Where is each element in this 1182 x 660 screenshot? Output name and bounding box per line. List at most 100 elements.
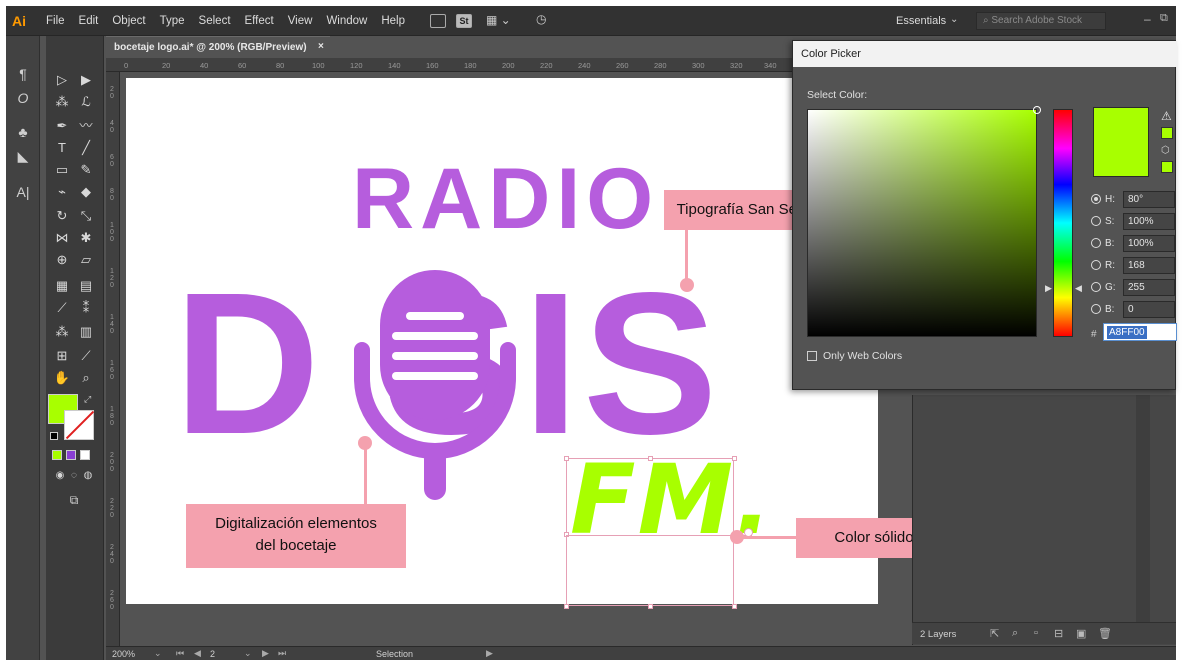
eraser-tool-icon[interactable]: ◆ xyxy=(76,182,96,202)
draw-inside-icon[interactable]: ◍ xyxy=(78,466,98,486)
first-page-icon[interactable]: ⏮ xyxy=(176,648,184,659)
gpu-performance-icon[interactable]: ◷ xyxy=(536,12,546,26)
swap-colors-icon[interactable]: ⤢ xyxy=(84,394,91,405)
rectangle-tool-icon[interactable]: ▭ xyxy=(52,160,72,180)
selection-tool-icon[interactable]: ▷ xyxy=(52,70,72,90)
stroke-color-swatch[interactable] xyxy=(64,410,94,440)
next-page-icon[interactable]: ▶ xyxy=(262,648,269,659)
zoom-field[interactable]: 200% xyxy=(112,649,135,659)
selection-handle[interactable] xyxy=(648,456,653,461)
vertical-ruler[interactable]: 20 40 60 80 100 120 140 160 180 200 220 … xyxy=(106,72,120,648)
scale-tool-icon[interactable]: ⤡ xyxy=(76,206,96,226)
blend-tool-icon[interactable]: ⁑ xyxy=(76,298,96,318)
close-icon[interactable]: × xyxy=(318,41,324,52)
saturation-radio[interactable] xyxy=(1091,216,1101,226)
paintbrush-tool-icon[interactable]: ✎ xyxy=(76,160,96,180)
clipping-mask-icon[interactable]: ▫ xyxy=(1034,627,1038,639)
blue-radio[interactable] xyxy=(1091,304,1101,314)
selection-handle[interactable] xyxy=(648,604,653,609)
new-layer-icon[interactable]: ▣ xyxy=(1076,627,1086,640)
status-menu-icon[interactable]: ▶ xyxy=(486,648,493,659)
color-picker-titlebar[interactable]: Color Picker xyxy=(793,41,1177,67)
workspace-switcher[interactable]: Essentials xyxy=(896,15,946,27)
menu-window[interactable]: Window xyxy=(326,15,367,27)
menu-edit[interactable]: Edit xyxy=(79,15,99,27)
character-icon[interactable]: A| xyxy=(14,184,32,202)
color-field-marker[interactable] xyxy=(1033,106,1041,114)
saturation-input[interactable]: 100% xyxy=(1123,213,1175,230)
red-radio[interactable] xyxy=(1091,260,1101,270)
new-sublayer-icon[interactable]: ⊟ xyxy=(1054,627,1063,640)
out-of-gamut-warning-icon[interactable]: ⚠ xyxy=(1161,109,1172,123)
menu-effect[interactable]: Effect xyxy=(245,15,274,27)
perspective-grid-icon[interactable]: ▱ xyxy=(76,250,96,270)
shape-builder-icon[interactable]: ⊕ xyxy=(52,250,72,270)
chevron-down-icon[interactable]: ⌄ xyxy=(154,648,162,659)
menu-view[interactable]: View xyxy=(288,15,313,27)
web-safe-color-swatch[interactable] xyxy=(1161,161,1173,173)
hue-slider[interactable] xyxy=(1053,109,1073,337)
width-tool-icon[interactable]: ⋈ xyxy=(52,228,72,248)
color-mode-swatch[interactable] xyxy=(52,450,62,460)
gradient-tool-icon[interactable]: ▤ xyxy=(76,276,96,296)
locate-object-icon[interactable]: ⌕ xyxy=(1012,627,1018,640)
type-tool-icon[interactable]: T xyxy=(52,138,72,158)
paragraph-icon[interactable]: ¶ xyxy=(14,66,32,84)
page-field[interactable]: 2 xyxy=(210,649,215,659)
arrange-documents-icon[interactable]: ▦ ⌄ xyxy=(486,13,511,27)
selection-handle[interactable] xyxy=(732,604,737,609)
stock-button[interactable]: St xyxy=(456,14,472,28)
menu-type[interactable]: Type xyxy=(160,15,185,27)
brightness-input[interactable]: 100% xyxy=(1123,235,1175,252)
menu-select[interactable]: Select xyxy=(199,15,231,27)
mesh-tool-icon[interactable]: ▦ xyxy=(52,276,72,296)
export-icon[interactable]: ⇱ xyxy=(990,627,999,640)
gradient-mode-swatch[interactable] xyxy=(66,450,76,460)
rotate-tool-icon[interactable]: ↻ xyxy=(52,206,72,226)
chevron-down-icon[interactable]: ⌄ xyxy=(950,14,958,25)
blue-input[interactable]: 0 xyxy=(1123,301,1175,318)
eyedropper-tool-icon[interactable]: ⟋ xyxy=(52,298,72,318)
bridge-icon[interactable] xyxy=(430,14,446,28)
trash-icon[interactable]: 🗑 xyxy=(1098,627,1112,640)
graphic-styles-icon[interactable]: ◣ xyxy=(14,148,32,166)
puppet-warp-icon[interactable]: ✱ xyxy=(76,228,96,248)
menu-file[interactable]: File xyxy=(46,15,65,27)
only-web-colors-checkbox[interactable] xyxy=(807,351,817,361)
shaper-tool-icon[interactable]: ⌁ xyxy=(52,182,72,202)
hue-slider-handle-left[interactable]: ▶ xyxy=(1045,283,1052,294)
last-page-icon[interactable]: ⏭ xyxy=(278,648,286,659)
selection-handle[interactable] xyxy=(564,456,569,461)
green-radio[interactable] xyxy=(1091,282,1101,292)
hue-input[interactable]: 80° xyxy=(1123,191,1175,208)
brightness-radio[interactable] xyxy=(1091,238,1101,248)
horizontal-ruler[interactable]: 0 20 40 60 80 100 120 140 160 180 200 22… xyxy=(106,58,807,72)
selection-bounding-box[interactable] xyxy=(566,458,734,606)
red-input[interactable]: 168 xyxy=(1123,257,1175,274)
menu-object[interactable]: Object xyxy=(112,15,145,27)
selection-handle[interactable] xyxy=(564,604,569,609)
microphone-icon[interactable] xyxy=(354,268,516,518)
screen-mode-icon[interactable]: ⧉ xyxy=(64,490,84,510)
symbol-sprayer-icon[interactable]: ⁂ xyxy=(52,322,72,342)
chevron-down-icon[interactable]: ⌄ xyxy=(244,648,252,659)
opentype-icon[interactable]: O xyxy=(14,90,32,108)
hue-slider-handle-right[interactable]: ◀ xyxy=(1075,283,1082,294)
document-tab[interactable]: bocetaje logo.ai* @ 200% (RGB/Preview) × xyxy=(106,36,330,58)
magic-wand-icon[interactable]: ⁂ xyxy=(52,92,72,112)
slice-tool-icon[interactable]: ⟋ xyxy=(76,346,96,366)
hue-radio[interactable] xyxy=(1091,194,1101,204)
menu-help[interactable]: Help xyxy=(381,15,405,27)
green-input[interactable]: 255 xyxy=(1123,279,1175,296)
selection-handle[interactable] xyxy=(732,456,737,461)
logo-radio-text[interactable]: RADIO xyxy=(352,156,659,242)
zoom-tool-icon[interactable]: ⌕ xyxy=(76,368,96,388)
hex-input[interactable]: A8FF00 xyxy=(1103,323,1177,341)
symbols-icon[interactable]: ♣ xyxy=(14,124,32,142)
lasso-tool-icon[interactable]: ℒ xyxy=(76,92,96,112)
curvature-tool-icon[interactable]: 〰 xyxy=(76,116,96,136)
none-mode-swatch[interactable] xyxy=(80,450,90,460)
web-safe-cube-icon[interactable]: ⬡ xyxy=(1161,145,1170,156)
color-field[interactable] xyxy=(807,106,1041,337)
direct-selection-tool-icon[interactable]: ▶ xyxy=(76,70,96,90)
